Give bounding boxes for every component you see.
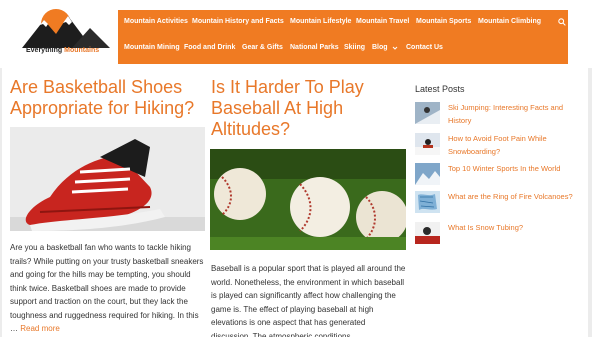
- sidebar-post-link[interactable]: What are the Ring of Fire Volcanoes?: [448, 191, 586, 204]
- sidebar-thumbnail: [415, 191, 440, 213]
- nav-blog[interactable]: Blog: [372, 44, 388, 51]
- sidebar-thumbnail: [415, 133, 440, 155]
- post-title-basketball-shoes[interactable]: Are Basketball Shoes Appropriate for Hik…: [10, 77, 200, 119]
- search-icon[interactable]: [558, 18, 566, 26]
- baseballs-image: [210, 149, 406, 250]
- post-excerpt-baseball-altitude: Baseball is a popular sport that is play…: [211, 264, 406, 337]
- nav-skiing[interactable]: Skiing: [344, 44, 365, 51]
- sidebar-post-link[interactable]: How to Avoid Foot Pain While Snowboardin…: [448, 133, 586, 158]
- nav-mountain-mining[interactable]: Mountain Mining: [124, 44, 180, 51]
- read-more-link[interactable]: Read more: [20, 324, 60, 333]
- site-logo[interactable]: Everything Mountains: [22, 6, 117, 64]
- sidebar-thumbnail: [415, 163, 440, 185]
- excerpt-text: Are you a basketball fan who wants to ta…: [10, 243, 204, 333]
- nav-gear-gifts[interactable]: Gear & Gifts: [242, 44, 283, 51]
- nav-national-parks[interactable]: National Parks: [290, 44, 339, 51]
- nav-mountain-travel[interactable]: Mountain Travel: [356, 18, 409, 25]
- nav-food-and-drink[interactable]: Food and Drink: [184, 44, 235, 51]
- sidebar-post-link[interactable]: What Is Snow Tubing?: [448, 222, 586, 235]
- post-image-baseballs[interactable]: [210, 149, 406, 250]
- sidebar-thumbnail: [415, 102, 440, 124]
- basketball-shoe-image: [10, 127, 205, 231]
- nav-contact-us[interactable]: Contact Us: [406, 44, 443, 51]
- main-navigation: Mountain Activities Mountain History and…: [118, 10, 568, 64]
- nav-mountain-sports[interactable]: Mountain Sports: [416, 18, 471, 25]
- post-image-basketball-shoe[interactable]: [10, 127, 205, 231]
- nav-mountain-climbing[interactable]: Mountain Climbing: [478, 18, 541, 25]
- sidebar-post-link[interactable]: Ski Jumping: Interesting Facts and Histo…: [448, 102, 586, 127]
- logo-text: Everything Mountains: [26, 47, 100, 54]
- nav-mountain-history[interactable]: Mountain History and Facts: [192, 18, 284, 25]
- post-excerpt-basketball-shoes: Are you a basketball fan who wants to ta…: [10, 241, 206, 336]
- sidebar-title: Latest Posts: [415, 84, 465, 94]
- nav-mountain-lifestyle[interactable]: Mountain Lifestyle: [290, 18, 351, 25]
- post-title-baseball-altitude[interactable]: Is It Harder To Play Baseball At High Al…: [211, 77, 401, 140]
- chevron-down-icon[interactable]: [392, 45, 398, 51]
- mountain-logo-icon: [22, 9, 110, 48]
- sidebar-thumbnail: [415, 222, 440, 244]
- nav-mountain-activities[interactable]: Mountain Activities: [124, 18, 188, 25]
- site-header: Everything Mountains Mountain Activities…: [0, 0, 592, 68]
- sidebar-post-link[interactable]: Top 10 Winter Sports In the World: [448, 163, 586, 176]
